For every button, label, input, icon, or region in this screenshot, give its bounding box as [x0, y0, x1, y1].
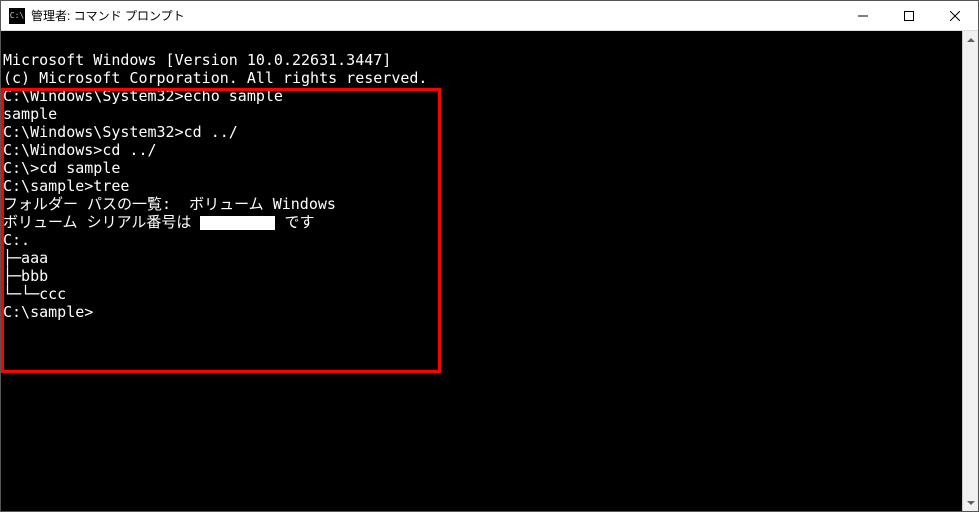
scrollbar-track[interactable]	[963, 48, 978, 494]
terminal-line: (c) Microsoft Corporation. All rights re…	[3, 69, 962, 87]
close-icon	[950, 11, 960, 21]
terminal-line: C:\Windows\System32>cd ../	[3, 123, 962, 141]
terminal-line: └─└─ccc	[3, 285, 962, 303]
terminal-line: ボリューム シリアル番号は です	[3, 213, 962, 231]
terminal-line: C:\Windows\System32>echo sample	[3, 87, 962, 105]
scroll-up-button[interactable]	[963, 31, 978, 48]
window-title: 管理者: コマンド プロンプト	[31, 7, 185, 24]
terminal-area[interactable]: Microsoft Windows [Version 10.0.22631.34…	[1, 31, 962, 511]
terminal-line: ├─aaa	[3, 249, 962, 267]
terminal-line: sample	[3, 105, 962, 123]
close-button[interactable]	[932, 1, 978, 30]
terminal-line: C:\>cd sample	[3, 159, 962, 177]
terminal-line: ├─bbb	[3, 267, 962, 285]
cmd-icon: C:\	[9, 8, 25, 24]
terminal-line: C:\sample>tree	[3, 177, 962, 195]
minimize-button[interactable]	[840, 1, 886, 30]
window-frame: C:\ 管理者: コマンド プロンプト Microsoft Windows [V…	[0, 0, 979, 512]
scroll-down-button[interactable]	[963, 494, 978, 511]
chevron-up-icon	[967, 38, 975, 42]
window-controls	[840, 1, 978, 30]
vertical-scrollbar[interactable]	[962, 31, 978, 511]
terminal-line: フォルダー パスの一覧: ボリューム Windows	[3, 195, 962, 213]
terminal-line: C:\Windows>cd ../	[3, 141, 962, 159]
chevron-down-icon	[967, 501, 975, 505]
titlebar-left: C:\ 管理者: コマンド プロンプト	[1, 1, 185, 30]
maximize-button[interactable]	[886, 1, 932, 30]
maximize-icon	[904, 11, 914, 21]
terminal-prompt: C:\sample>	[3, 303, 962, 321]
terminal-line: Microsoft Windows [Version 10.0.22631.34…	[3, 51, 962, 69]
terminal-line: C:.	[3, 231, 962, 249]
titlebar[interactable]: C:\ 管理者: コマンド プロンプト	[1, 1, 978, 31]
redacted-serial	[200, 216, 275, 230]
minimize-icon	[858, 11, 868, 21]
terminal-wrapper: Microsoft Windows [Version 10.0.22631.34…	[1, 31, 978, 511]
